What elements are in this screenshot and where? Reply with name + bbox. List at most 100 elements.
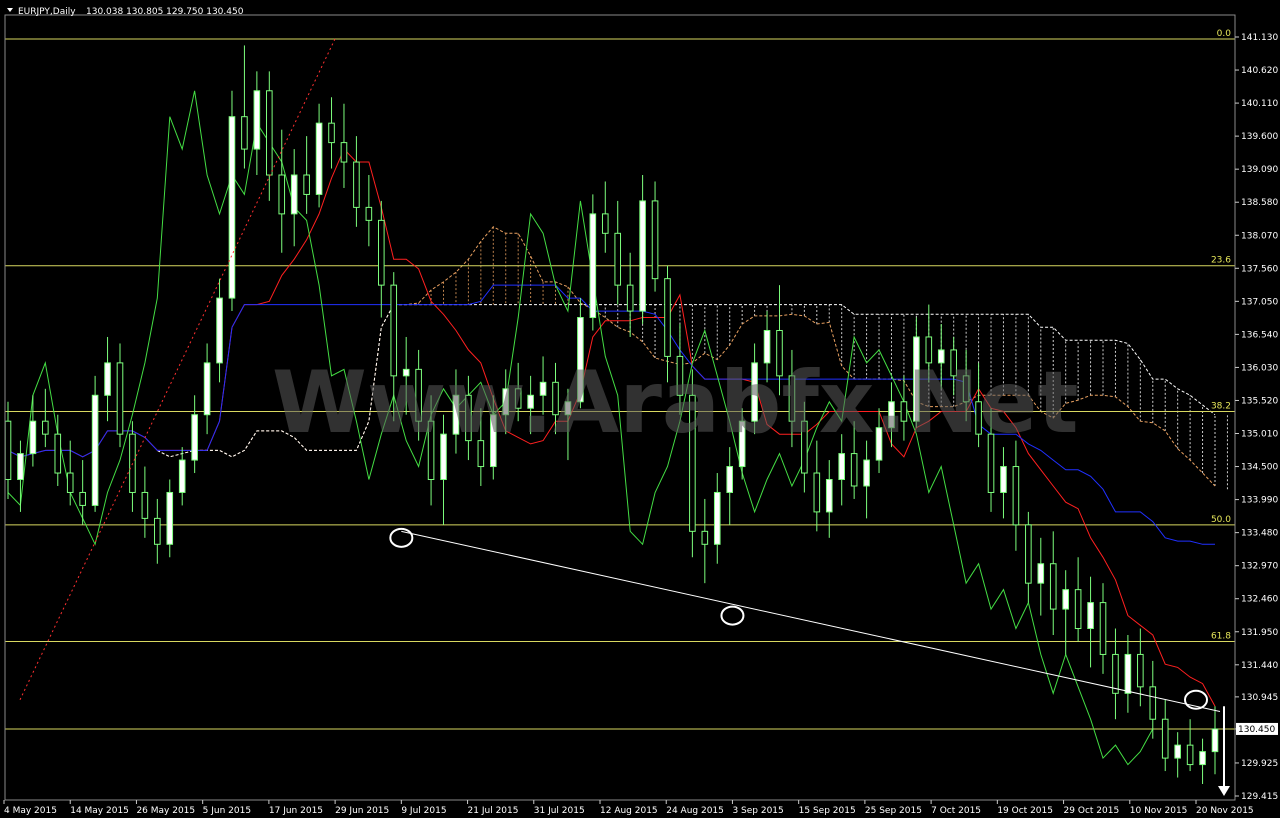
candle-body <box>353 161 360 208</box>
candle-body <box>1149 686 1157 720</box>
chart-window: 0.0 23.6 38.2 50.0 61.8 Www.Arabfx.Net 141.1… <box>0 0 1280 818</box>
time-tick-label: 15 Sep 2015 <box>799 806 856 816</box>
candle-body <box>1087 602 1094 630</box>
candle-body <box>91 394 99 506</box>
candle-body <box>228 116 236 299</box>
price-tick-label: 135.010 <box>1241 430 1278 440</box>
candle-body <box>54 433 62 474</box>
candle-body <box>340 142 348 163</box>
time-tick-label: 7 Oct 2015 <box>931 806 981 816</box>
candle-body <box>1049 563 1057 610</box>
candle-body <box>216 297 223 364</box>
candle-body <box>838 453 846 481</box>
candle-body <box>278 174 286 215</box>
price-tick-label: 137.050 <box>1241 297 1278 307</box>
price-tick-label: 137.560 <box>1241 264 1278 274</box>
candle-body <box>104 362 111 396</box>
candle-body <box>639 200 646 312</box>
watermark: Www.Arabfx.Net <box>272 353 1078 453</box>
candle-body <box>377 219 385 286</box>
time-tick-label: 19 Oct 2015 <box>997 806 1053 816</box>
price-tick-label: 131.440 <box>1241 661 1278 671</box>
price-tick-label: 134.500 <box>1241 463 1278 473</box>
price-tick-label: 129.925 <box>1241 759 1278 769</box>
candle-body <box>1099 602 1107 655</box>
candle-body <box>1012 466 1020 526</box>
candle-body <box>813 472 821 513</box>
price-tick-label: 138.580 <box>1241 198 1278 208</box>
candle-body <box>315 122 323 195</box>
time-tick-label: 17 Jun 2015 <box>269 806 323 816</box>
candle-body <box>42 420 49 435</box>
time-tick-label: 14 May 2015 <box>70 806 129 816</box>
candle-body <box>1161 718 1169 759</box>
candle-body <box>166 491 174 545</box>
time-tick-label: 31 Jul 2015 <box>534 806 585 816</box>
time-tick-label: 12 Aug 2015 <box>600 806 658 816</box>
candle-body <box>1037 563 1045 584</box>
candle-body <box>79 491 86 506</box>
price-tick-label: 132.460 <box>1241 595 1278 605</box>
candle-body <box>116 362 124 435</box>
fib-level-label: 23.6 <box>1211 256 1231 266</box>
candle-body <box>266 90 273 176</box>
candle-body <box>154 517 161 545</box>
time-tick-label: 9 Jul 2015 <box>401 806 446 816</box>
fib-level-label: 38.2 <box>1211 401 1231 411</box>
candle-body <box>1112 653 1119 694</box>
candle-body <box>614 232 622 286</box>
candle-body <box>1137 653 1144 688</box>
candle-body <box>825 479 833 513</box>
candle-body <box>29 420 37 455</box>
price-tick-label: 141.130 <box>1241 33 1278 43</box>
price-tick-label: 131.950 <box>1241 628 1278 638</box>
candle-body <box>141 491 149 519</box>
candle-body <box>17 453 24 481</box>
time-tick-label: 24 Aug 2015 <box>666 806 724 816</box>
ohlc-readout: 130.038 130.805 129.750 130.450 <box>86 7 244 17</box>
candle-body <box>1000 466 1007 493</box>
price-tick-label: 136.030 <box>1241 363 1278 373</box>
fib-level-label: 0.0 <box>1217 29 1232 39</box>
fib-level-label: 61.8 <box>1211 631 1231 641</box>
candle-body <box>626 284 634 312</box>
candle-body <box>66 472 74 493</box>
candle-body <box>651 200 659 280</box>
candle-body <box>850 453 858 487</box>
time-tick-label: 29 Oct 2015 <box>1064 806 1120 816</box>
price-tick-label: 136.540 <box>1241 330 1278 340</box>
price-tick-label: 130.945 <box>1241 693 1278 703</box>
candle-body <box>178 459 186 493</box>
chart-header: EURJPY,Daily 130.038 130.805 129.750 130… <box>7 7 244 17</box>
price-tick-label: 133.990 <box>1241 496 1278 506</box>
candle-body <box>253 90 261 150</box>
candle-body <box>203 362 211 416</box>
time-tick-label: 26 May 2015 <box>136 806 195 816</box>
candle-body <box>601 213 609 234</box>
price-tick-label: 140.110 <box>1241 99 1278 109</box>
time-tick-label: 4 May 2015 <box>4 806 57 816</box>
candle-body <box>1211 728 1219 753</box>
price-chart[interactable]: 0.0 23.6 38.2 50.0 61.8 Www.Arabfx.Net 141.1… <box>0 0 1280 818</box>
price-tick-label: 135.520 <box>1241 396 1278 406</box>
candle-body <box>713 491 721 545</box>
time-tick-label: 21 Jul 2015 <box>468 806 519 816</box>
time-tick-label: 25 Sep 2015 <box>865 806 922 816</box>
candle-body <box>726 466 734 493</box>
candle-body <box>664 278 671 357</box>
candle-body <box>191 414 198 461</box>
candle-body <box>1062 589 1069 610</box>
time-tick-label: 5 Jun 2015 <box>203 806 251 816</box>
candle-body <box>701 530 709 545</box>
price-tick-label: 140.620 <box>1241 66 1278 76</box>
candle-body <box>1174 744 1181 759</box>
price-tick-label: 138.070 <box>1241 231 1278 241</box>
candle-body <box>290 174 298 215</box>
candle-body <box>863 459 870 487</box>
price-tick-label: 129.415 <box>1241 792 1278 802</box>
candle-body <box>589 213 597 319</box>
candle-body <box>365 206 373 221</box>
candle-body <box>328 122 335 144</box>
candle-body <box>241 116 248 150</box>
candle-body <box>1025 524 1032 584</box>
